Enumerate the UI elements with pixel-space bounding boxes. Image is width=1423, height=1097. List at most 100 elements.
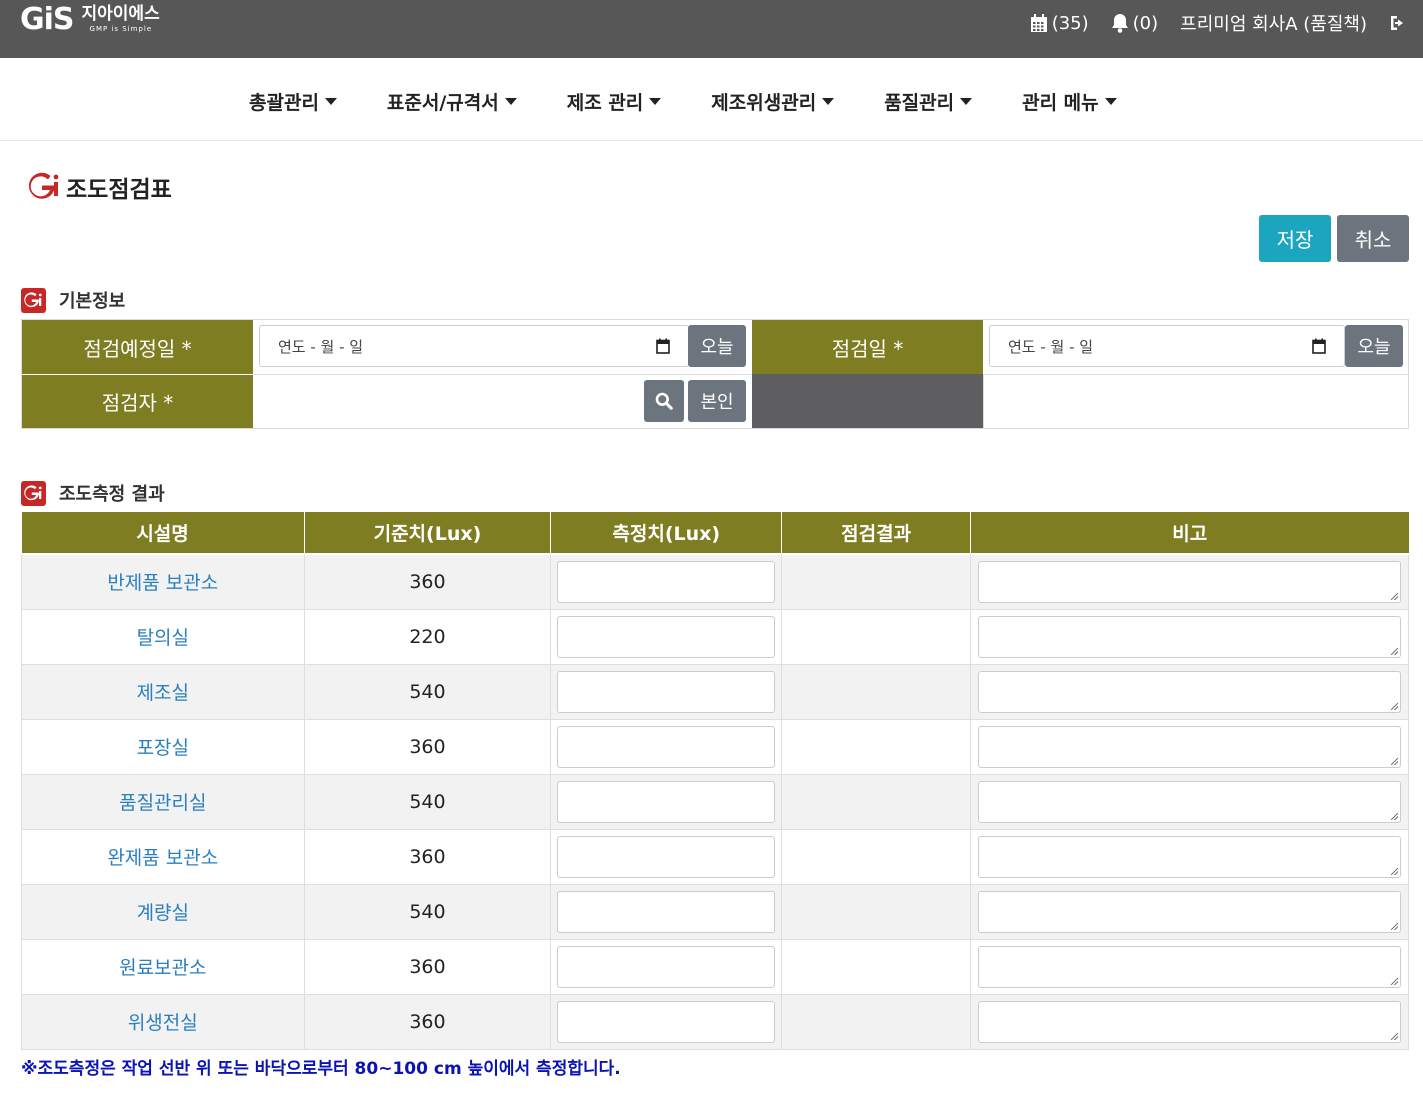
logo[interactable]: GiS 지아이에스 GMP is Simple: [20, 4, 160, 36]
inspect-date-label: 점검일 *: [752, 320, 983, 374]
nav-label: 표준서/규격서: [386, 92, 499, 114]
empty-dark-cell: [752, 374, 983, 428]
remark-textarea[interactable]: [978, 615, 1401, 658]
calendar-link[interactable]: (35): [1030, 13, 1089, 34]
nav-label: 품질관리: [884, 92, 955, 114]
section-title-text: 조도측정 결과: [59, 484, 165, 505]
result-value: [781, 938, 971, 995]
measured-input[interactable]: [557, 945, 776, 988]
standard-value: 360: [303, 718, 552, 775]
result-value: [781, 663, 971, 720]
result-value: [781, 773, 971, 830]
result-value: [781, 993, 971, 1050]
nav-label: 제조위생관리: [711, 92, 817, 114]
caret-down-icon: [504, 98, 517, 105]
measured-input[interactable]: [557, 835, 776, 878]
result-value: [781, 883, 971, 940]
facility-link[interactable]: 품질관리실: [119, 792, 206, 814]
standard-value: 540: [303, 663, 552, 720]
table-row: 계량실 540: [21, 883, 1409, 940]
top-bar: GiS 지아이에스 GMP is Simple (35) (0) 프리미엄 회사…: [0, 0, 1423, 58]
standard-value: 360: [303, 828, 552, 885]
user-name: 프리미엄 회사A (품질책): [1180, 14, 1367, 35]
remark-textarea[interactable]: [978, 1000, 1401, 1043]
results-title: 조도측정 결과: [21, 480, 165, 506]
facility-link[interactable]: 탈의실: [137, 627, 189, 649]
col-result: 점검결과: [781, 512, 971, 555]
caret-down-icon: [649, 98, 662, 105]
logo-mark: GiS: [20, 2, 75, 37]
inspector-self-button[interactable]: 본인: [688, 380, 746, 422]
planned-date-input[interactable]: 연도 - 월 - 일: [259, 325, 689, 367]
cancel-button[interactable]: 취소: [1337, 215, 1409, 262]
nav-hygiene[interactable]: 제조위생관리: [711, 88, 835, 115]
remark-textarea[interactable]: [978, 835, 1401, 878]
standard-value: 220: [303, 608, 552, 665]
measured-input[interactable]: [557, 725, 776, 768]
nav-general[interactable]: 총괄관리: [249, 88, 337, 115]
facility-link[interactable]: 원료보관소: [119, 957, 206, 979]
result-value: [781, 828, 971, 885]
standard-value: 360: [303, 553, 552, 610]
planned-date-today-button[interactable]: 오늘: [688, 325, 746, 367]
search-icon: [655, 392, 673, 410]
table-row: 품질관리실 540: [21, 773, 1409, 830]
remark-textarea[interactable]: [978, 670, 1401, 713]
caret-down-icon: [324, 98, 337, 105]
logout-button[interactable]: [1389, 14, 1411, 32]
inspector-search-button[interactable]: [644, 380, 684, 422]
measurement-note: ※조도측정은 작업 선반 위 또는 바닥으로부터 80~100 cm 높이에서 …: [21, 1059, 621, 1079]
remark-textarea[interactable]: [978, 890, 1401, 933]
measured-input[interactable]: [557, 780, 776, 823]
logout-icon: [1391, 16, 1403, 30]
results-table: 시설명 기준치(Lux) 측정치(Lux) 점검결과 비고 반제품 보관소 36…: [21, 512, 1409, 1050]
measured-input[interactable]: [557, 560, 776, 603]
user-menu[interactable]: 프리미엄 회사A (품질책): [1180, 10, 1367, 36]
inspect-date-input[interactable]: 연도 - 월 - 일: [989, 325, 1345, 367]
measured-input[interactable]: [557, 615, 776, 658]
remark-textarea[interactable]: [978, 780, 1401, 823]
measured-input[interactable]: [557, 670, 776, 713]
nav-admin-menu[interactable]: 관리 메뉴: [1022, 88, 1117, 115]
inspect-date-today-button[interactable]: 오늘: [1345, 325, 1403, 367]
table-row: 탈의실 220: [21, 608, 1409, 665]
table-row: 포장실 360: [21, 718, 1409, 775]
nav-manufacturing[interactable]: 제조 관리: [567, 88, 662, 115]
facility-link[interactable]: 제조실: [137, 682, 189, 704]
nav-standards[interactable]: 표준서/규격서: [387, 88, 517, 115]
caret-down-icon: [1104, 98, 1117, 105]
remark-textarea[interactable]: [978, 560, 1401, 603]
result-value: [781, 608, 971, 665]
facility-link[interactable]: 반제품 보관소: [107, 572, 218, 594]
logo-slogan: GMP is Simple: [89, 25, 153, 33]
remark-textarea[interactable]: [978, 945, 1401, 988]
section-title-text: 기본정보: [59, 291, 126, 312]
planned-date-placeholder: 연도 - 월 - 일: [278, 337, 364, 356]
calendar-icon[interactable]: [1312, 338, 1326, 354]
facility-link[interactable]: 포장실: [137, 737, 189, 759]
calendar-count: (35): [1051, 12, 1089, 34]
empty-cell: [983, 374, 1408, 428]
logo-name: 지아이에스: [81, 4, 160, 24]
calendar-icon[interactable]: [656, 338, 670, 354]
facility-link[interactable]: 완제품 보관소: [107, 847, 218, 869]
remark-textarea[interactable]: [978, 725, 1401, 768]
facility-link[interactable]: 위생전실: [128, 1012, 198, 1034]
nav-quality[interactable]: 품질관리: [884, 88, 973, 115]
col-remark: 비고: [970, 512, 1409, 555]
result-value: [781, 553, 971, 610]
brand-badge-icon: [21, 480, 46, 506]
notification-count: (0): [1132, 12, 1159, 34]
table-row: 완제품 보관소 360: [21, 828, 1409, 885]
save-button[interactable]: 저장: [1259, 215, 1331, 262]
measured-input[interactable]: [557, 890, 776, 933]
nav-label: 관리 메뉴: [1022, 92, 1099, 114]
bell-icon: [1111, 14, 1128, 33]
inspector-label: 점검자 *: [22, 374, 253, 428]
measured-input[interactable]: [557, 1000, 776, 1043]
notification-link[interactable]: (0): [1111, 12, 1159, 34]
nav-label: 제조 관리: [566, 92, 644, 114]
table-row: 원료보관소 360: [21, 938, 1409, 995]
facility-link[interactable]: 계량실: [137, 902, 189, 924]
standard-value: 360: [303, 938, 552, 995]
